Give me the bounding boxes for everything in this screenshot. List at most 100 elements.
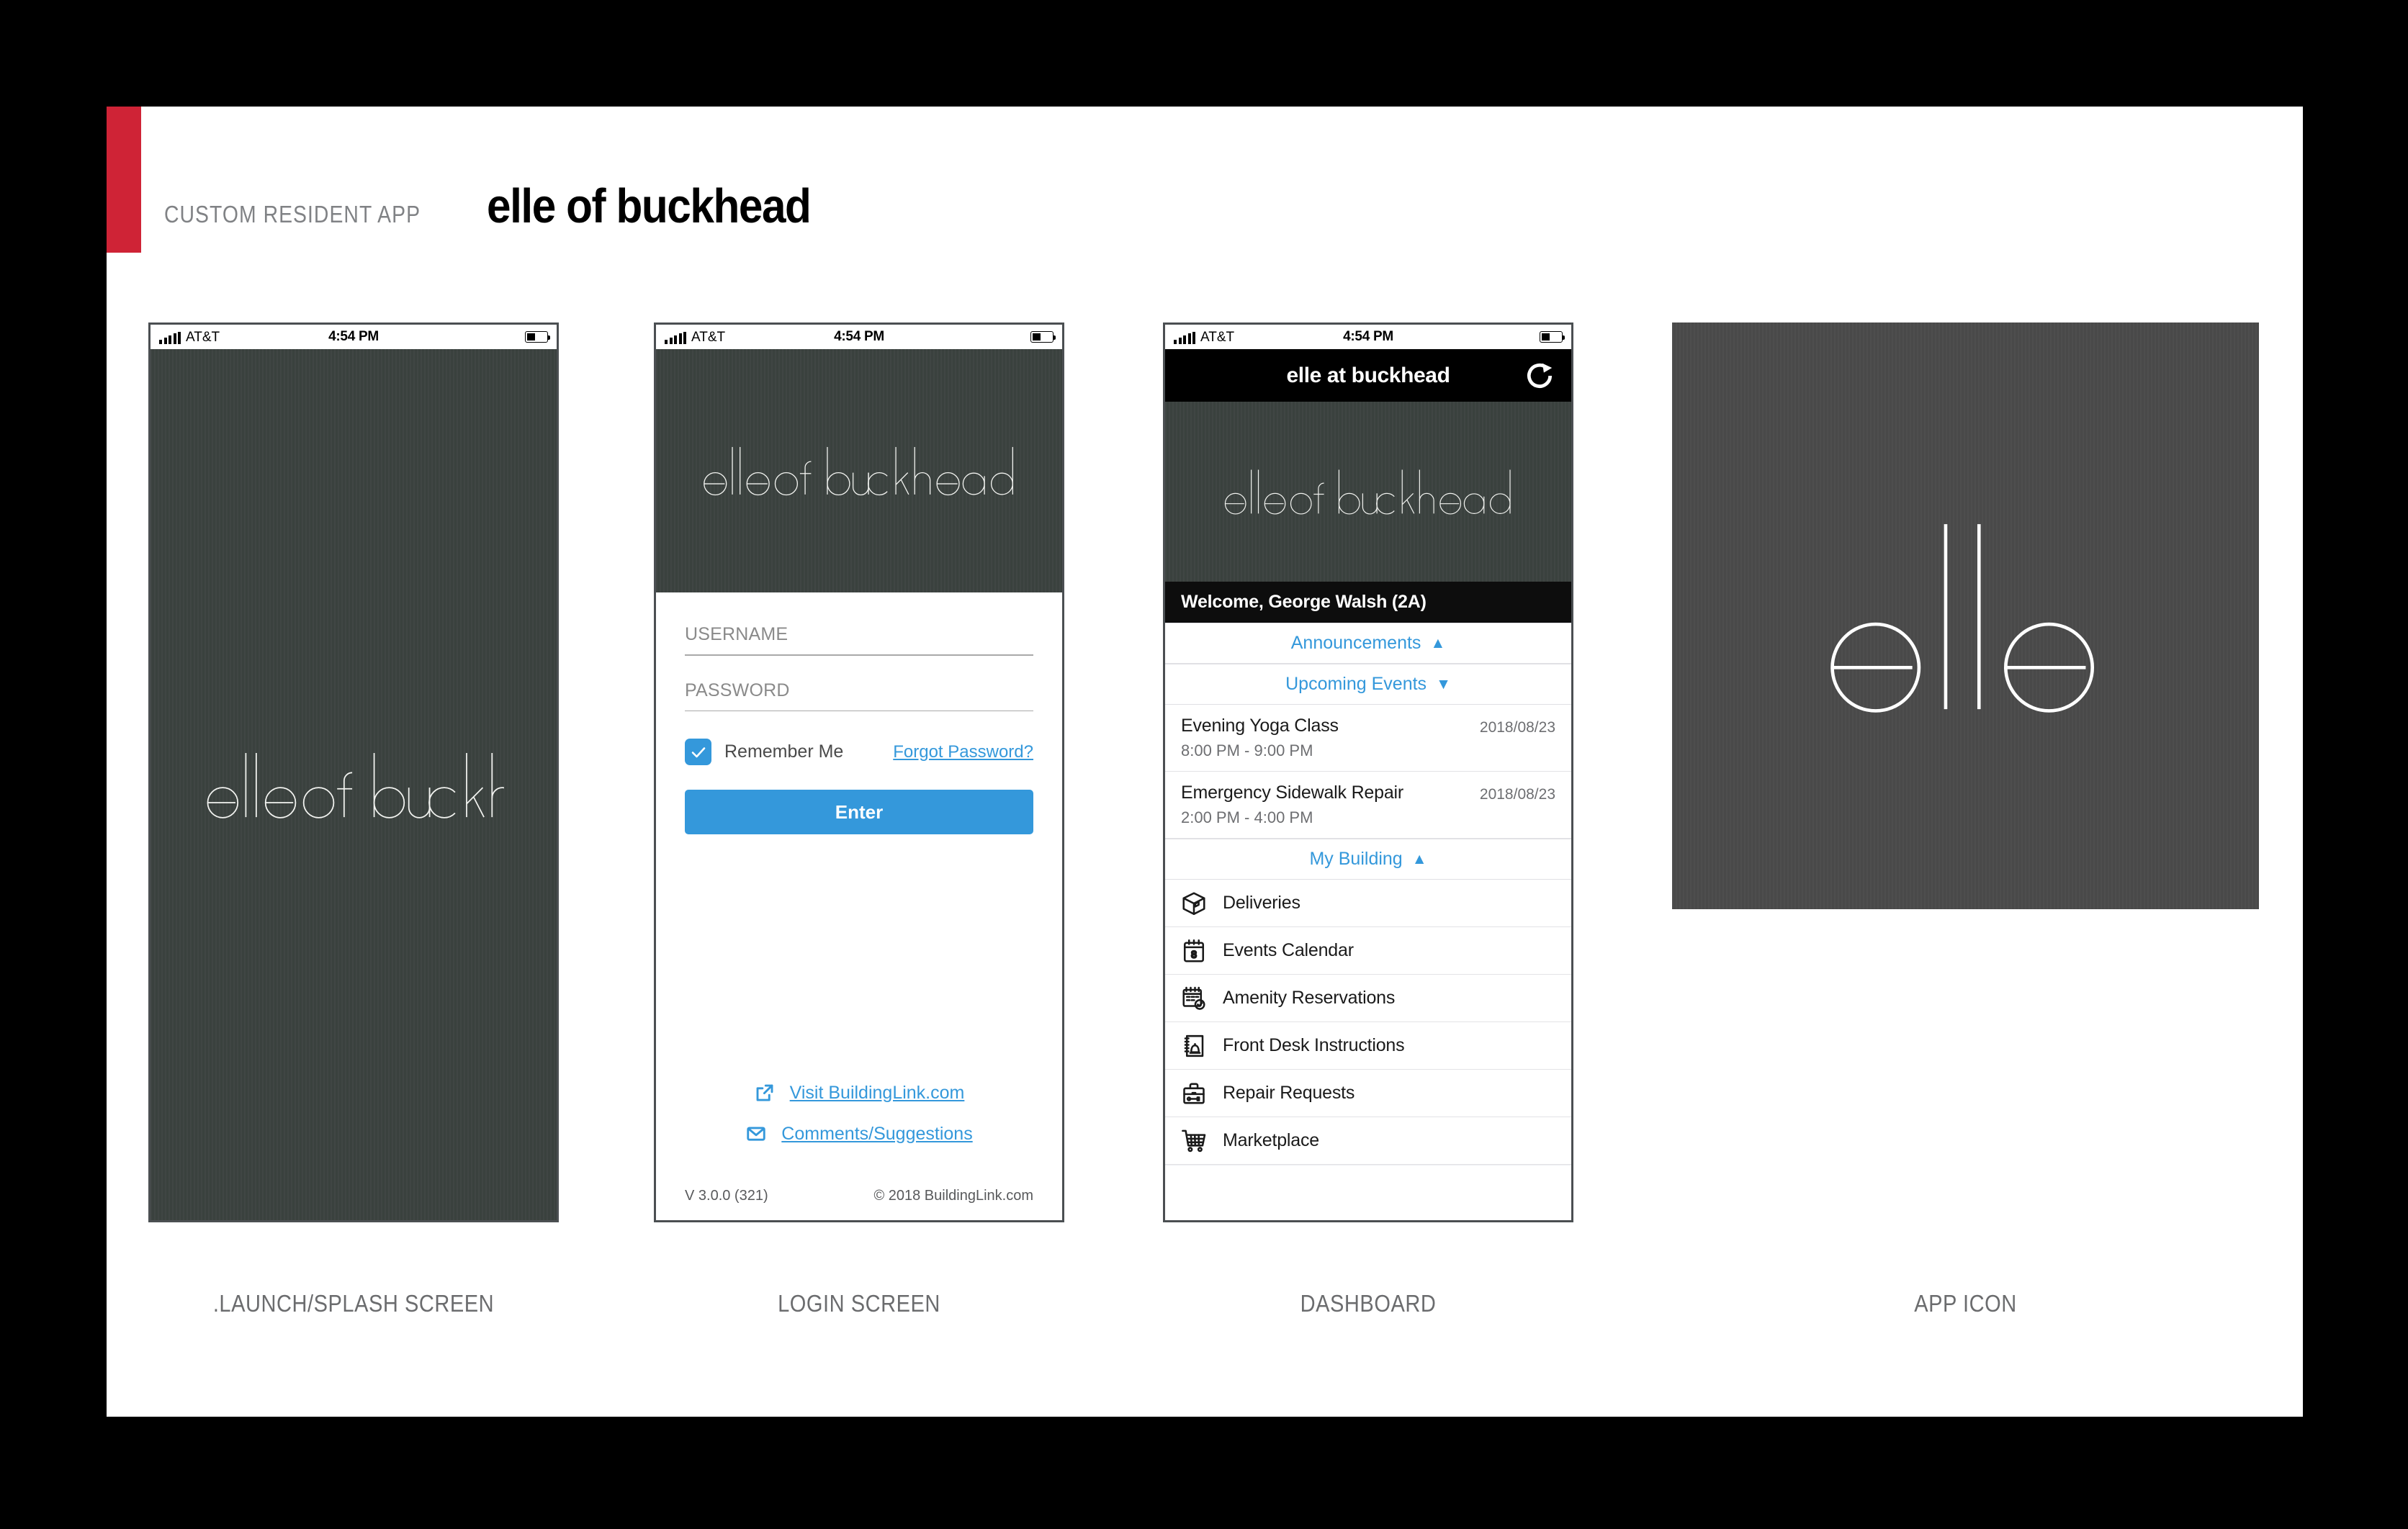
status-bar: AT&T 4:54 PM	[150, 325, 557, 349]
panel-splash-screen: AT&T 4:54 PM	[148, 323, 559, 1222]
menu-item-events-calendar[interactable]: 8 Events Calendar	[1165, 927, 1571, 975]
chevron-up-icon: ▲	[1411, 851, 1427, 867]
panel-login-screen: AT&T 4:54 PM USERNAME PASSWORD Remember …	[654, 323, 1064, 1222]
section-label: Upcoming Events	[1285, 674, 1427, 694]
event-date: 2018/08/23	[1479, 786, 1555, 803]
event-main: Emergency Sidewalk Repair 2:00 PM - 4:00…	[1181, 782, 1480, 827]
username-input[interactable]	[685, 654, 1033, 656]
check-icon	[691, 747, 705, 757]
section-header-my-building[interactable]: My Building ▲	[1165, 839, 1571, 880]
menu-item-label: Front Desk Instructions	[1223, 1035, 1405, 1055]
login-footer: V 3.0.0 (321) © 2018 BuildingLink.com	[685, 1188, 1033, 1204]
calendar-icon: 8	[1181, 938, 1207, 964]
menu-item-deliveries[interactable]: Deliveries	[1165, 880, 1571, 927]
event-main: Evening Yoga Class 8:00 PM - 9:00 PM	[1181, 716, 1480, 760]
refresh-icon	[1527, 363, 1553, 388]
comments-suggestions-label: Comments/Suggestions	[781, 1123, 973, 1144]
remember-me-checkbox[interactable]	[685, 739, 711, 766]
calendar-check-icon	[1181, 985, 1207, 1011]
package-box-icon	[1181, 890, 1207, 916]
app-icon-mark	[1819, 508, 2113, 724]
section-label: My Building	[1309, 849, 1403, 869]
caption-dashboard: DASHBOARD	[1300, 1290, 1437, 1317]
header-kicker: CUSTOM RESIDENT APP	[164, 201, 421, 227]
password-field-group: PASSWORD	[685, 680, 1033, 712]
visit-buildinglink-link[interactable]: Visit BuildingLink.com	[685, 1082, 1033, 1104]
chevron-down-icon: ▼	[1436, 676, 1451, 693]
signal-bars-icon	[1174, 331, 1195, 344]
menu-item-label: Events Calendar	[1223, 940, 1354, 960]
red-accent-bar	[107, 107, 141, 253]
carrier-label: AT&T	[186, 329, 220, 345]
login-form: USERNAME PASSWORD Remember Me Forgot Pas…	[656, 592, 1062, 1220]
page-header: CUSTOM RESIDENT APP elle of buckhead	[164, 179, 846, 234]
shopping-cart-icon	[1181, 1128, 1207, 1154]
password-label: PASSWORD	[685, 680, 790, 700]
menu-item-label: Amenity Reservations	[1223, 988, 1396, 1008]
section-label: Announcements	[1290, 633, 1421, 653]
section-header-upcoming-events[interactable]: Upcoming Events ▼	[1165, 664, 1571, 705]
password-input[interactable]	[685, 710, 1033, 712]
chevron-up-icon: ▲	[1430, 635, 1446, 651]
login-hero-logo	[656, 349, 1062, 592]
dashboard-hero-logo	[1165, 402, 1571, 582]
notepad-bell-icon	[1181, 1033, 1207, 1059]
username-field-group: USERNAME	[685, 624, 1033, 656]
remember-me-row: Remember Me Forgot Password?	[685, 739, 1033, 766]
event-title: Emergency Sidewalk Repair	[1181, 782, 1404, 803]
dashboard-empty-tail	[1165, 1165, 1571, 1220]
menu-item-amenity-reservations[interactable]: Amenity Reservations	[1165, 975, 1571, 1022]
section-header-announcements[interactable]: Announcements ▲	[1165, 623, 1571, 664]
phone-frame-login: AT&T 4:54 PM USERNAME PASSWORD Remember …	[654, 323, 1064, 1222]
app-icon-tile	[1672, 323, 2259, 909]
menu-item-marketplace[interactable]: Marketplace	[1165, 1117, 1571, 1165]
event-title: Evening Yoga Class	[1181, 716, 1339, 736]
login-logo	[701, 443, 1017, 498]
svg-text:8: 8	[1191, 949, 1197, 960]
carrier-label: AT&T	[1200, 329, 1235, 345]
dashboard-logo	[1222, 466, 1514, 517]
dashboard-navbar: elle at buckhead	[1165, 349, 1571, 402]
phone-frame-dashboard: AT&T 4:54 PM elle at buckhead Welcome, G…	[1163, 323, 1573, 1222]
event-row[interactable]: Evening Yoga Class 8:00 PM - 9:00 PM 201…	[1165, 705, 1571, 772]
battery-icon	[525, 331, 550, 343]
carrier-label: AT&T	[691, 329, 726, 345]
menu-item-label: Repair Requests	[1223, 1083, 1355, 1103]
splash-body	[150, 349, 557, 1220]
menu-item-repair-requests[interactable]: Repair Requests	[1165, 1070, 1571, 1117]
panel-dashboard-screen: AT&T 4:54 PM elle at buckhead Welcome, G…	[1163, 323, 1573, 1222]
login-links: Visit BuildingLink.com Comments/Suggesti…	[685, 1082, 1033, 1164]
menu-item-front-desk-instructions[interactable]: Front Desk Instructions	[1165, 1022, 1571, 1070]
external-link-icon	[756, 1084, 773, 1101]
remember-me-label: Remember Me	[724, 741, 844, 762]
event-date: 2018/08/23	[1479, 719, 1555, 736]
event-time: 2:00 PM - 4:00 PM	[1181, 808, 1313, 826]
battery-icon	[1540, 331, 1565, 343]
status-bar-left: AT&T	[665, 330, 725, 344]
event-row[interactable]: Emergency Sidewalk Repair 2:00 PM - 4:00…	[1165, 772, 1571, 839]
navbar-title: elle at buckhead	[1286, 363, 1450, 387]
caption-splash: .LAUNCH/SPLASH SCREEN	[212, 1290, 495, 1317]
battery-icon	[1030, 331, 1056, 343]
menu-item-label: Marketplace	[1223, 1130, 1319, 1150]
caption-login: LOGIN SCREEN	[778, 1290, 940, 1317]
status-bar-left: AT&T	[1174, 330, 1234, 344]
toolbox-icon	[1181, 1081, 1207, 1106]
enter-button[interactable]: Enter	[685, 790, 1033, 835]
visit-buildinglink-label: Visit BuildingLink.com	[789, 1082, 965, 1103]
forgot-password-link[interactable]: Forgot Password?	[893, 742, 1033, 762]
refresh-button[interactable]	[1524, 360, 1555, 392]
app-version-label: V 3.0.0 (321)	[685, 1188, 768, 1204]
dashboard-scroll-area[interactable]: Announcements ▲ Upcoming Events ▼ Evenin…	[1165, 623, 1571, 1220]
status-bar: AT&T 4:54 PM	[656, 325, 1062, 349]
phone-frame-splash: AT&T 4:54 PM	[148, 323, 559, 1222]
envelope-icon	[747, 1127, 765, 1141]
username-label: USERNAME	[685, 624, 789, 644]
signal-bars-icon	[159, 331, 181, 344]
caption-app-icon: APP ICON	[1914, 1290, 2017, 1317]
comments-suggestions-link[interactable]: Comments/Suggestions	[685, 1123, 1033, 1145]
panel-app-icon	[1672, 323, 2259, 909]
splash-logo	[203, 747, 504, 822]
copyright-label: © 2018 BuildingLink.com	[873, 1188, 1033, 1204]
menu-item-label: Deliveries	[1223, 893, 1300, 913]
